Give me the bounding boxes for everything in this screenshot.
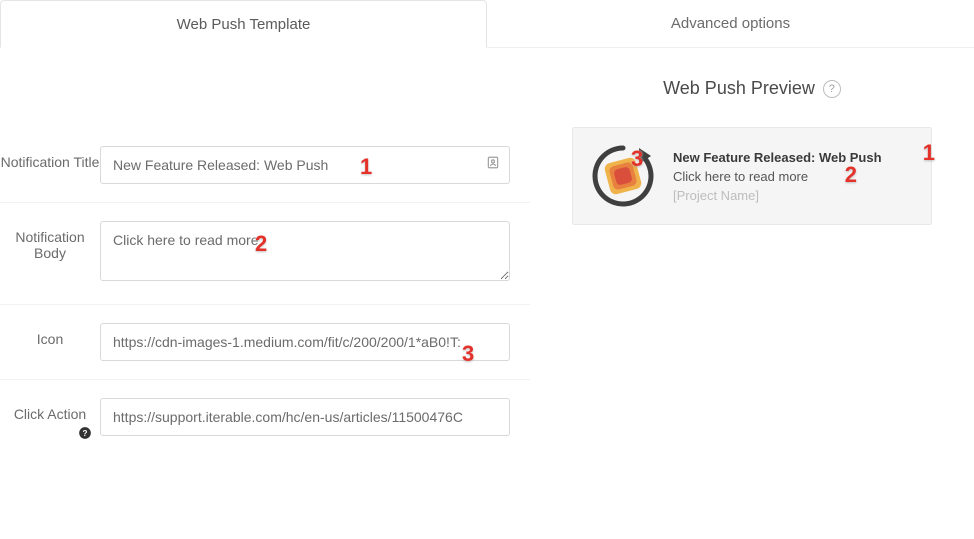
preview-heading: Web Push Preview bbox=[663, 78, 815, 99]
label-icon: Icon bbox=[0, 323, 100, 347]
tab-advanced-options[interactable]: Advanced options bbox=[487, 0, 974, 47]
preview-project-text: [Project Name] bbox=[673, 188, 915, 203]
help-icon[interactable]: ? bbox=[78, 426, 92, 442]
preview-body-text: Click here to read more bbox=[673, 169, 915, 184]
callout-1-preview: 1 bbox=[923, 142, 935, 164]
preview-card: 3 New Feature Released: Web Push Click h… bbox=[572, 127, 932, 225]
label-notification-title: Notification Title bbox=[0, 146, 100, 170]
preview-help-icon[interactable]: ? bbox=[823, 80, 841, 98]
svg-text:?: ? bbox=[83, 429, 88, 438]
preview-title-text: New Feature Released: Web Push bbox=[673, 150, 915, 165]
notification-title-input[interactable] bbox=[100, 146, 510, 184]
click-action-input[interactable] bbox=[100, 398, 510, 436]
tabs: Web Push Template Advanced options bbox=[0, 0, 974, 48]
preview-icon: 3 bbox=[589, 142, 657, 210]
label-notification-body: Notification Body bbox=[0, 221, 100, 261]
icon-url-input[interactable] bbox=[100, 323, 510, 361]
template-form: Notification Title 1 Notification Body 2… bbox=[0, 48, 530, 454]
contact-card-icon bbox=[486, 156, 500, 175]
notification-body-input[interactable] bbox=[100, 221, 510, 281]
tab-web-push-template[interactable]: Web Push Template bbox=[0, 0, 487, 48]
label-click-action: Click Action ? bbox=[0, 398, 100, 422]
